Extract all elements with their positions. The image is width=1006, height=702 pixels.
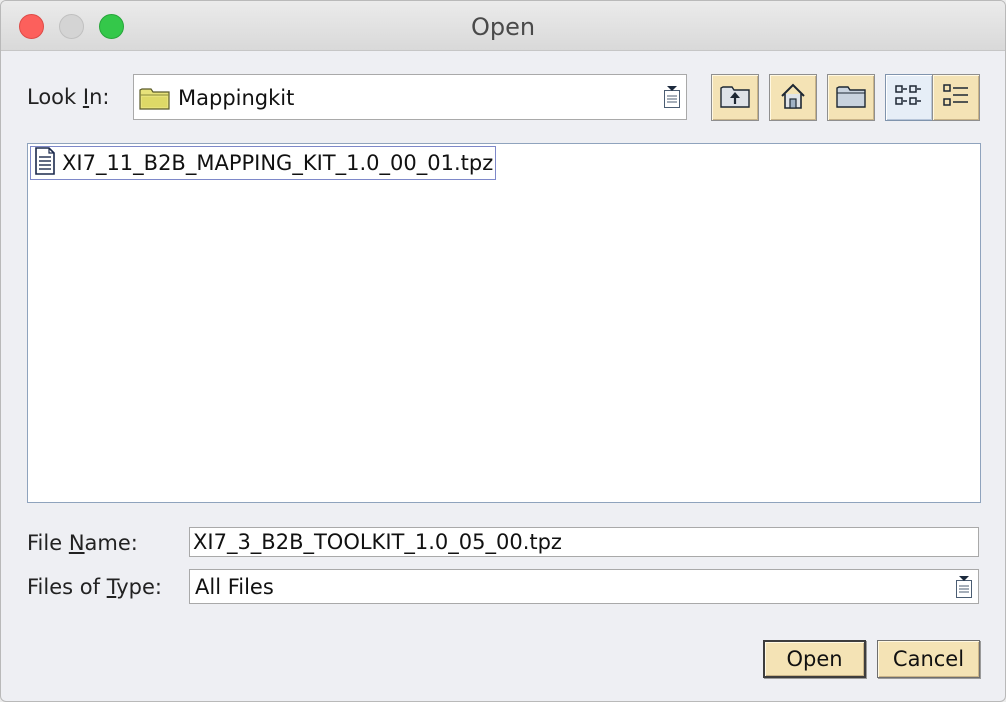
folder-up-icon xyxy=(719,82,751,114)
home-icon xyxy=(778,81,808,115)
look-in-value: Mappingkit xyxy=(178,86,295,110)
new-folder-icon xyxy=(835,83,867,113)
file-list[interactable]: XI7_11_B2B_MAPPING_KIT_1.0_00_01.tpz xyxy=(27,143,981,503)
home-button[interactable] xyxy=(769,74,817,121)
file-name-text: XI7_11_B2B_MAPPING_KIT_1.0_00_01.tpz xyxy=(62,151,494,175)
combo-dropdown-icon[interactable] xyxy=(663,85,681,113)
look-in-combo[interactable]: Mappingkit xyxy=(133,74,687,120)
window-title: Open xyxy=(470,13,536,41)
file-type-combo[interactable]: All Files xyxy=(189,569,979,604)
folder-icon xyxy=(139,85,171,115)
file-list-item[interactable]: XI7_11_B2B_MAPPING_KIT_1.0_00_01.tpz xyxy=(30,146,497,180)
new-folder-button[interactable] xyxy=(827,74,875,121)
look-in-label: Look In: xyxy=(27,85,110,109)
file-type-label: Files of Type: xyxy=(27,575,163,599)
open-dialog: Open Look In: Mappingkit XI7_11_B2B_MAPP… xyxy=(0,0,1006,702)
document-icon xyxy=(34,147,56,179)
up-one-level-button[interactable] xyxy=(711,74,759,121)
details-view-icon xyxy=(941,82,971,114)
combo-dropdown-icon[interactable] xyxy=(955,575,973,603)
title-bar[interactable]: Open xyxy=(1,1,1005,51)
file-type-value: All Files xyxy=(195,575,274,599)
file-name-input[interactable] xyxy=(189,527,979,557)
open-button[interactable]: Open xyxy=(763,640,866,678)
details-view-button[interactable] xyxy=(932,74,980,121)
list-view-button[interactable] xyxy=(885,74,933,121)
file-name-label: File Name: xyxy=(27,531,138,555)
list-view-icon xyxy=(894,82,924,114)
cancel-button[interactable]: Cancel xyxy=(877,640,980,678)
